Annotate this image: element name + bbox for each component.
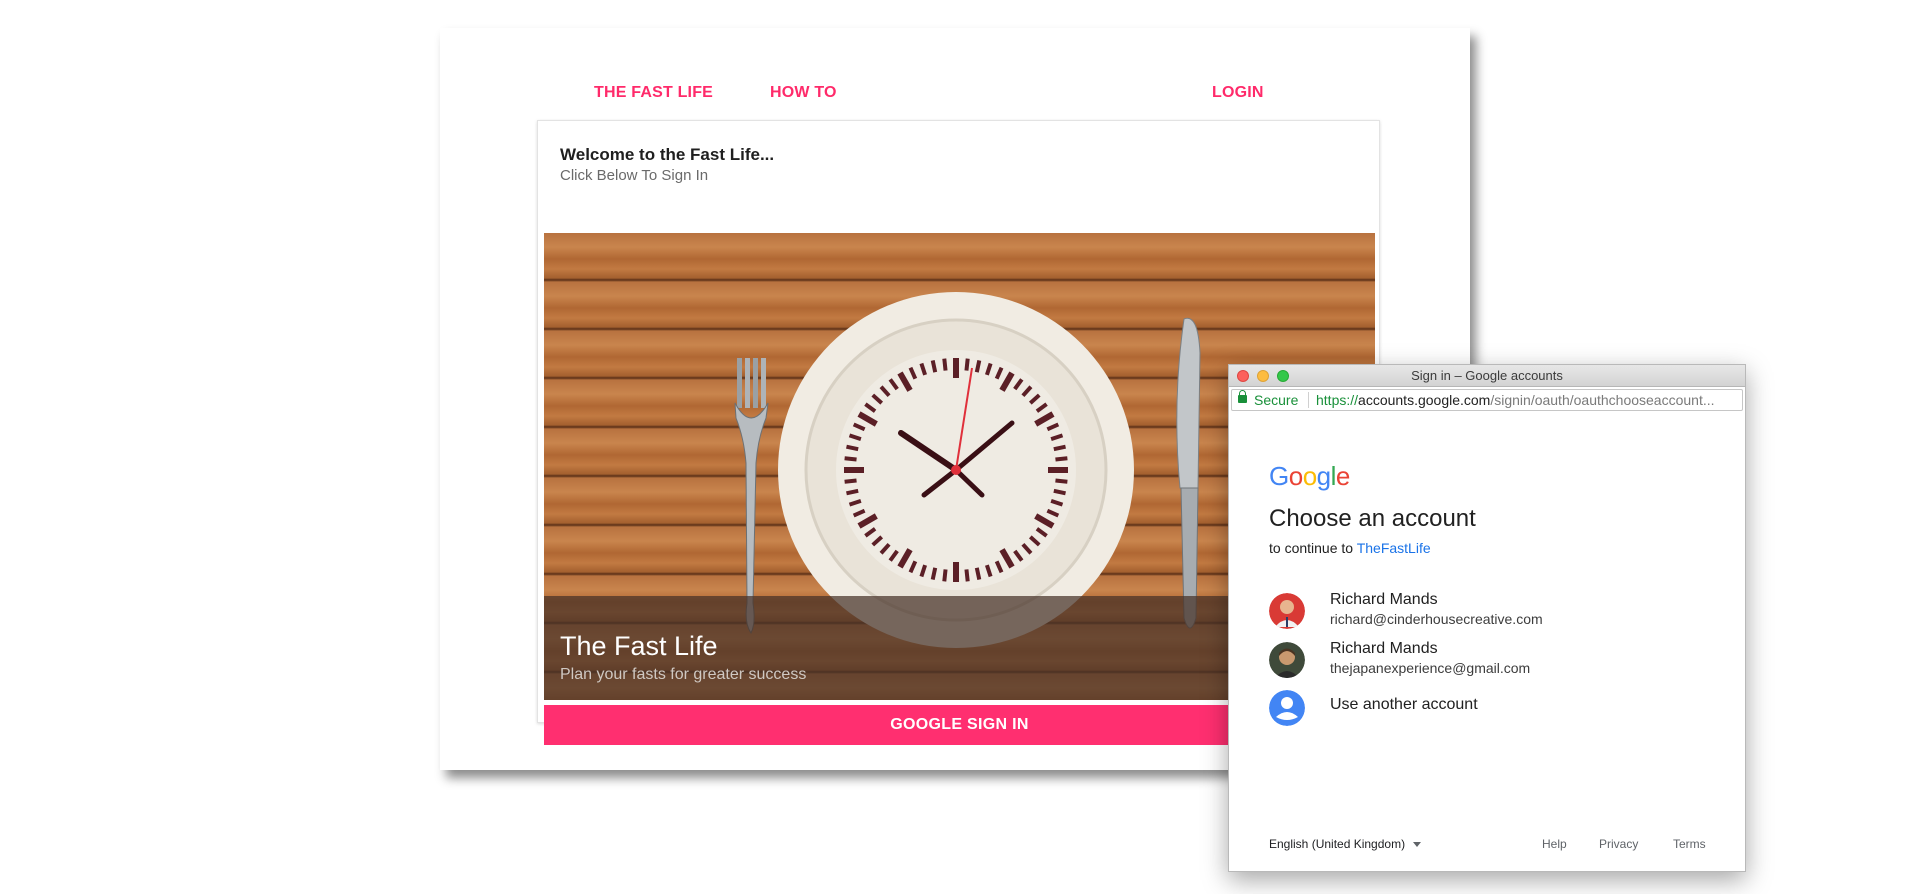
top-nav: THE FAST LIFE HOW TO LOGIN [440, 28, 1470, 128]
address-bar[interactable]: Secure https://accounts.google.com/signi… [1231, 389, 1743, 411]
clock-tick [930, 567, 938, 580]
window-title: Sign in – Google accounts [1411, 368, 1563, 383]
chevron-down-icon [1413, 842, 1422, 848]
lock-icon [1238, 390, 1247, 403]
clock-tick [1055, 478, 1068, 484]
avatar [1269, 642, 1305, 678]
clock-plate-icon [778, 292, 1134, 648]
clock-tick [964, 358, 970, 371]
google-signin-popup: Sign in – Google accounts Secure https:/… [1228, 364, 1746, 872]
nav-brand-link[interactable]: THE FAST LIFE [594, 84, 713, 102]
clock-tick [930, 360, 938, 373]
help-link[interactable]: Help [1542, 837, 1567, 851]
clock-tick [844, 478, 857, 484]
continue-prefix: to continue to [1269, 540, 1357, 556]
window-titlebar: Sign in – Google accounts [1229, 365, 1745, 387]
use-another-account-label: Use another account [1330, 696, 1478, 713]
clock-tick [964, 569, 970, 582]
choose-account-heading: Choose an account [1269, 505, 1476, 532]
person-icon [1269, 690, 1305, 726]
continue-to-text: to continue to TheFastLife [1269, 540, 1431, 556]
terms-link[interactable]: Terms [1673, 837, 1706, 851]
clock-tick [974, 567, 982, 580]
fork-icon [734, 358, 769, 634]
app-name-link[interactable]: TheFastLife [1357, 540, 1431, 556]
url-scheme: https:// [1316, 392, 1359, 408]
clock-tick [1055, 456, 1068, 462]
hero-title: The Fast Life [560, 631, 718, 661]
avatar [1269, 593, 1305, 629]
secure-label: Secure [1254, 392, 1299, 408]
card-title: Welcome to the Fast Life... [560, 145, 775, 164]
knife-icon [1176, 317, 1201, 629]
clock-tick [846, 488, 859, 496]
language-label: English (United Kingdom) [1269, 837, 1406, 851]
clock-tick [1053, 488, 1066, 496]
url-host: accounts.google.com [1358, 392, 1491, 408]
language-selector[interactable]: English (United Kingdom) [1269, 837, 1422, 851]
nav-login-link[interactable]: LOGIN [1212, 84, 1264, 102]
account-item-2[interactable]: Richard Mands thejapanexperience@gmail.c… [1269, 638, 1709, 682]
account-name: Richard Mands [1330, 591, 1438, 608]
clock-tick [942, 569, 948, 582]
account-email: richard@cinderhousecreative.com [1330, 611, 1543, 627]
nav-how-to-link[interactable]: HOW TO [770, 84, 837, 102]
use-another-account-item[interactable]: Use another account [1269, 686, 1709, 730]
clock-tick [844, 456, 857, 462]
address-url: https://accounts.google.com/signin/oauth… [1316, 392, 1740, 408]
clock-tick [974, 360, 982, 373]
privacy-link[interactable]: Privacy [1599, 837, 1638, 851]
hero-subtitle: Plan your fasts for greater success [560, 666, 807, 683]
google-logo: Google [1269, 461, 1350, 491]
clock-tick [1053, 444, 1066, 452]
card-subtitle: Click Below To Sign In [560, 167, 709, 184]
clock-tick [846, 444, 859, 452]
clock-tick [942, 358, 948, 371]
address-separator [1308, 392, 1309, 408]
account-email: thejapanexperience@gmail.com [1330, 660, 1531, 676]
account-item-1[interactable]: Richard Mands richard@cinderhousecreativ… [1269, 589, 1709, 633]
account-name: Richard Mands [1330, 640, 1438, 657]
url-path: /signin/oauth/oauthchooseaccount... [1490, 392, 1715, 408]
